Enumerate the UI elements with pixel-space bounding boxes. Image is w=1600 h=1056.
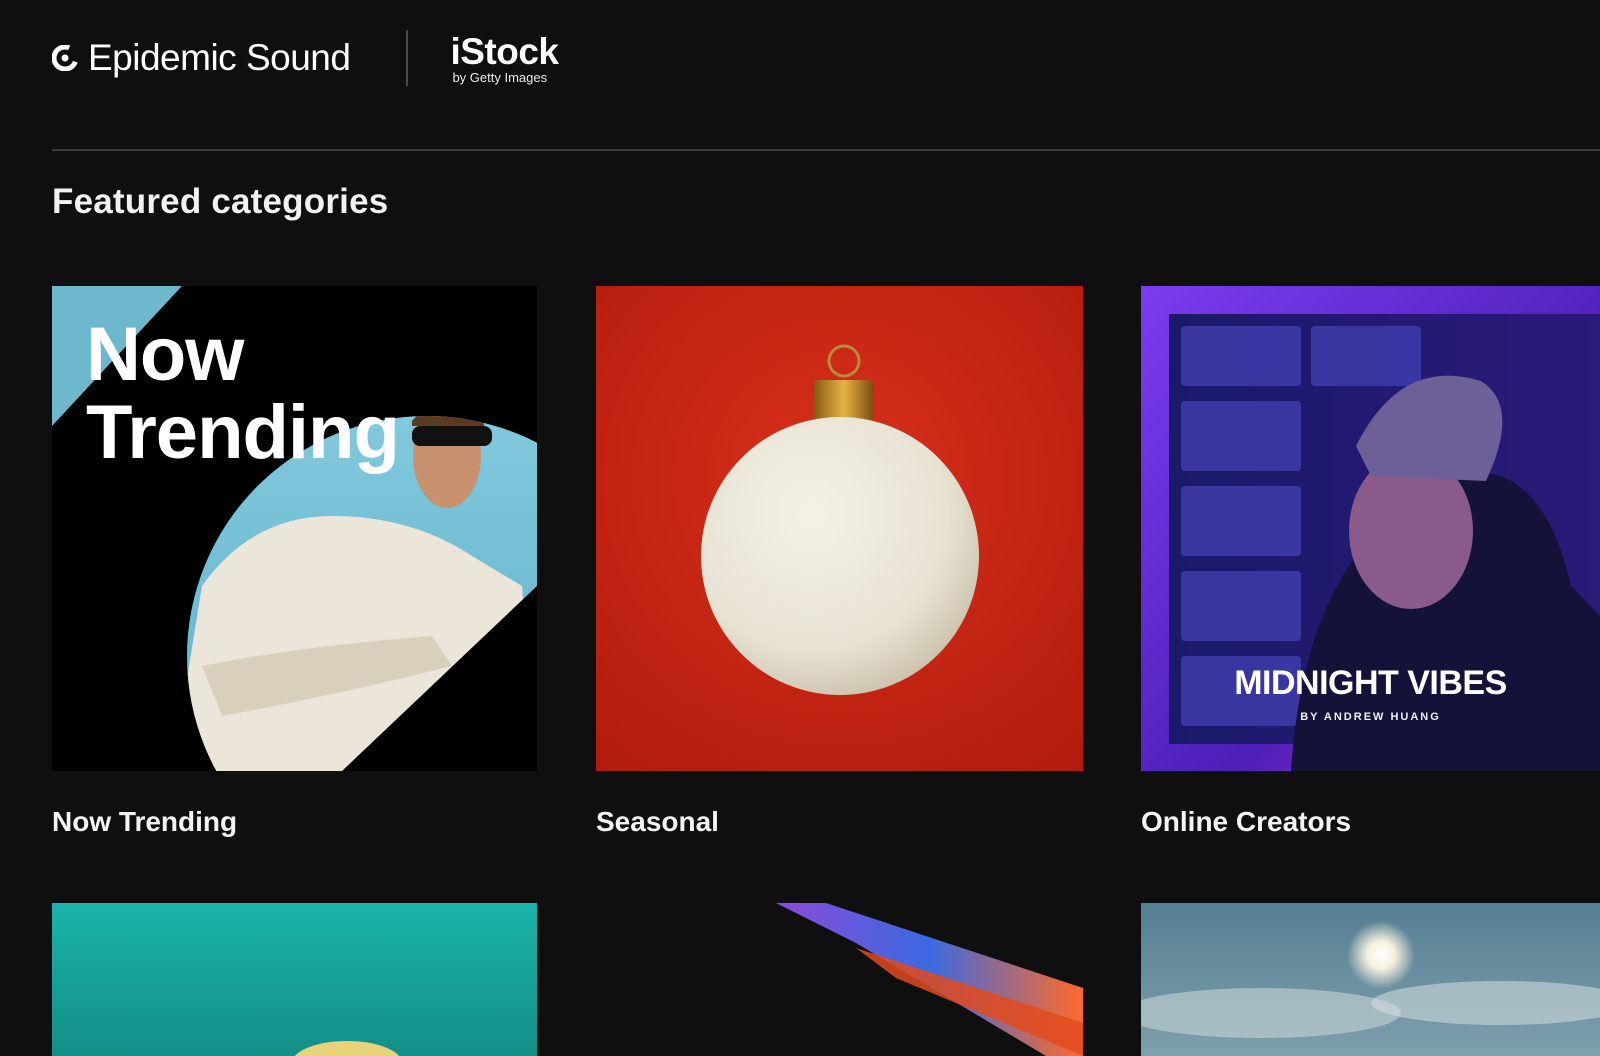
category-4-thumbnail [52, 903, 537, 1056]
category-6-thumbnail [1141, 903, 1600, 1056]
site-header: Epidemic Sound iStock by Getty Images [51, 26, 559, 90]
card-label-now-trending: Now Trending [52, 806, 238, 837]
now-trending-overlay-text: Now Trending [86, 312, 400, 475]
seasonal-thumbnail [596, 286, 1083, 771]
epidemic-sound-logo[interactable]: Epidemic Sound [51, 37, 351, 79]
brand-name: Epidemic Sound [88, 37, 351, 78]
section-title: Featured categories [52, 182, 389, 221]
card-label-online-creators: Online Creators [1141, 806, 1352, 837]
midnight-vibes-subtitle: BY ANDREW HUANG [1300, 711, 1441, 723]
header-divider [406, 30, 409, 86]
card-label-seasonal: Seasonal [596, 806, 719, 837]
epidemic-sound-logo-icon [51, 44, 79, 72]
partner-name: iStock [450, 30, 559, 72]
category-5-thumbnail [596, 903, 1083, 1056]
page: Epidemic Sound iStock by Getty Images Fe… [0, 0, 1600, 1056]
now-trending-thumbnail: Now Trending [52, 286, 537, 771]
partner-subtitle: by Getty Images [452, 69, 548, 85]
midnight-vibes-title: MIDNIGHT VIBES [1234, 664, 1507, 702]
online-creators-thumbnail: MIDNIGHT VIBES BY ANDREW HUANG [1141, 286, 1600, 771]
header-rule [52, 149, 1600, 151]
istock-logo[interactable]: iStock by Getty Images [450, 30, 559, 85]
